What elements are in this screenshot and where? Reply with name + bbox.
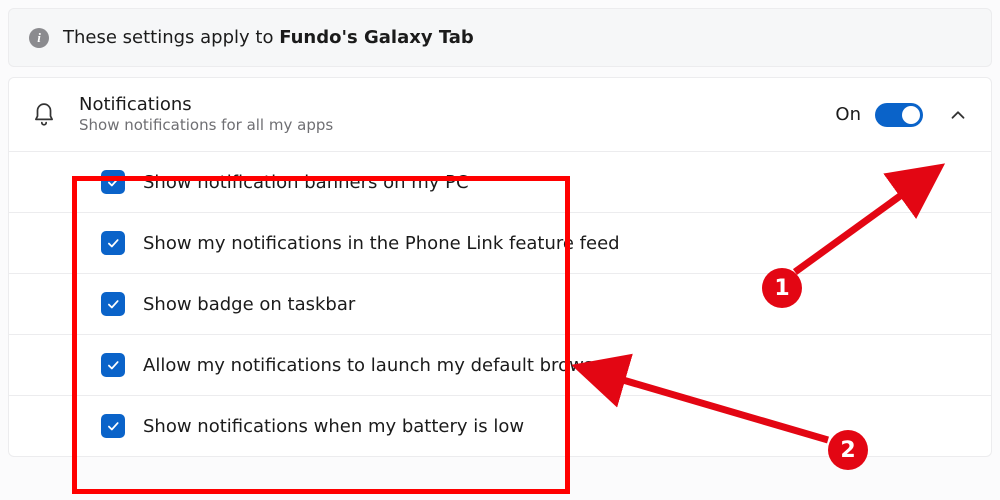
banner-device-name: Fundo's Galaxy Tab	[279, 27, 474, 48]
chevron-up-icon[interactable]	[947, 104, 969, 126]
device-banner: i These settings apply to Fundo's Galaxy…	[8, 8, 992, 67]
banner-prefix: These settings apply to	[63, 27, 279, 48]
notifications-title: Notifications	[79, 94, 813, 116]
notifications-subtitle: Show notifications for all my apps	[79, 116, 813, 136]
notifications-toggle[interactable]	[875, 103, 923, 127]
annotation-badge-1: 1	[762, 268, 802, 308]
toggle-knob	[902, 106, 920, 124]
device-banner-text: These settings apply to Fundo's Galaxy T…	[63, 27, 474, 48]
toggle-state-label: On	[835, 104, 861, 125]
notifications-header-text: Notifications Show notifications for all…	[79, 94, 813, 135]
bell-icon	[31, 102, 57, 128]
annotation-highlight-box	[72, 176, 570, 494]
annotation-badge-2: 2	[828, 430, 868, 470]
notifications-toggle-group: On	[835, 103, 969, 127]
notifications-header[interactable]: Notifications Show notifications for all…	[9, 78, 991, 152]
info-icon: i	[29, 28, 49, 48]
